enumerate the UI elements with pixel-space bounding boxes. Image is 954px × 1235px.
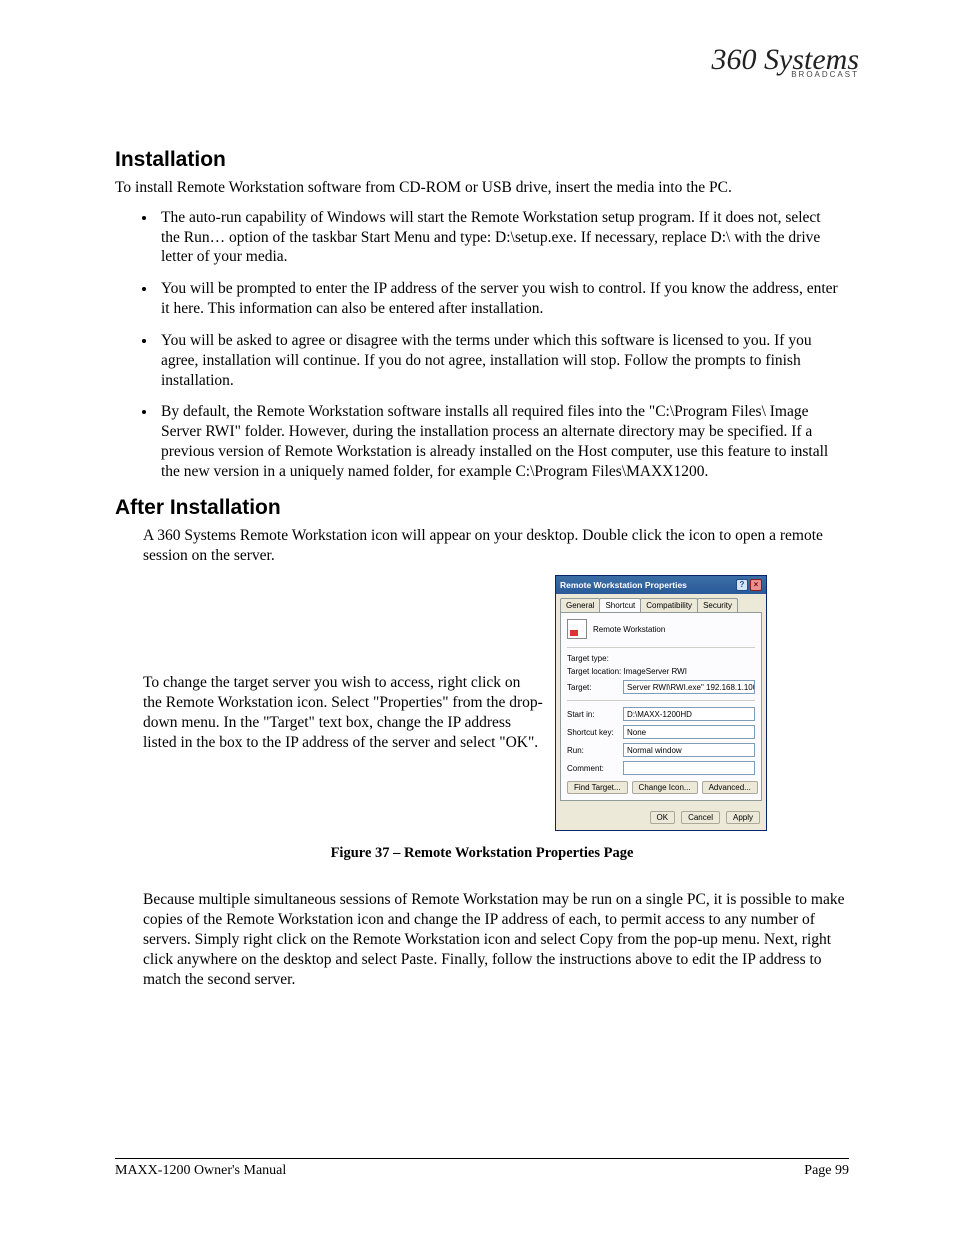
ok-button[interactable]: OK [650, 811, 676, 824]
target-input[interactable]: Server RWI\RWI.exe" 192.168.1.100 [623, 680, 755, 694]
after-instructions: To change the target server you wish to … [143, 575, 543, 752]
tab-general[interactable]: General [560, 598, 600, 612]
dialog-tabs: General Shortcut Compatibility Security [556, 594, 766, 612]
list-item: You will be prompted to enter the IP add… [157, 279, 839, 319]
after-intro: A 360 Systems Remote Workstation icon wi… [143, 526, 849, 566]
target-location-value: ImageServer RWI [624, 667, 687, 676]
shortcut-name: Remote Workstation [593, 625, 665, 634]
comment-label: Comment: [567, 764, 623, 773]
help-button[interactable]: ? [736, 579, 748, 591]
installation-bullets: The auto-run capability of Windows will … [157, 208, 839, 482]
advanced-button[interactable]: Advanced... [702, 781, 758, 794]
comment-input[interactable] [623, 761, 755, 775]
brand-logo: 360 Systems BROADCAST [712, 48, 859, 79]
footer-right: Page 99 [804, 1163, 849, 1179]
shortcutkey-input[interactable]: None [623, 725, 755, 739]
logo-script: 360 Systems [712, 48, 859, 72]
installation-intro: To install Remote Workstation software f… [115, 178, 849, 198]
list-item: You will be asked to agree or disagree w… [157, 331, 839, 390]
tab-security[interactable]: Security [697, 598, 738, 612]
shortcut-icon [567, 619, 587, 639]
footer-left: MAXX-1200 Owner's Manual [115, 1163, 286, 1179]
startin-input[interactable]: D:\MAXX-1200HD [623, 707, 755, 721]
startin-label: Start in: [567, 710, 623, 719]
target-type-label: Target type: [567, 654, 755, 663]
close-button[interactable]: × [750, 579, 762, 591]
page-footer: MAXX-1200 Owner's Manual Page 99 [115, 1158, 849, 1179]
change-icon-button[interactable]: Change Icon... [632, 781, 698, 794]
target-location-label: Target location: [567, 667, 621, 676]
heading-after-installation: After Installation [115, 496, 849, 520]
run-select[interactable]: Normal window [623, 743, 755, 757]
figure-caption: Figure 37 – Remote Workstation Propertie… [115, 845, 849, 862]
tab-compatibility[interactable]: Compatibility [640, 598, 698, 612]
run-label: Run: [567, 746, 623, 755]
target-location-row: Target location: ImageServer RWI [567, 667, 755, 676]
properties-dialog: Remote Workstation Properties ? × Genera… [555, 575, 767, 831]
dialog-title: Remote Workstation Properties [560, 580, 736, 590]
shortcutkey-label: Shortcut key: [567, 728, 623, 737]
tab-shortcut[interactable]: Shortcut [599, 598, 641, 612]
dialog-titlebar: Remote Workstation Properties ? × [556, 576, 766, 594]
target-label: Target: [567, 683, 623, 692]
list-item: By default, the Remote Workstation softw… [157, 402, 839, 481]
after-paragraph-3: Because multiple simultaneous sessions o… [143, 890, 849, 989]
list-item: The auto-run capability of Windows will … [157, 208, 839, 267]
find-target-button[interactable]: Find Target... [567, 781, 628, 794]
heading-installation: Installation [115, 148, 849, 172]
apply-button[interactable]: Apply [726, 811, 760, 824]
cancel-button[interactable]: Cancel [681, 811, 720, 824]
